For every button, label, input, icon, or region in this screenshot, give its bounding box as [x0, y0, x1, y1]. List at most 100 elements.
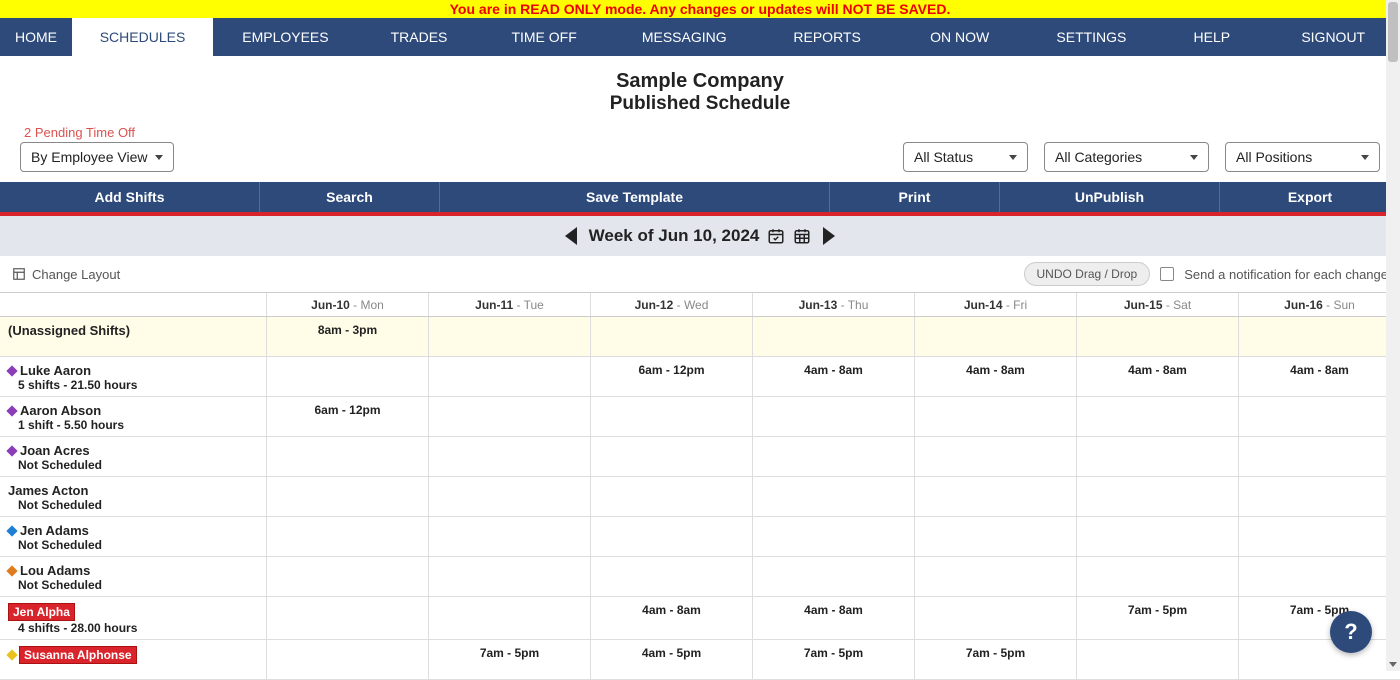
employee-cell[interactable]: James ActonNot Scheduled: [0, 477, 266, 516]
shift-cell[interactable]: [1238, 640, 1400, 679]
shift-cell[interactable]: 4am - 8am: [752, 357, 914, 396]
shift-cell[interactable]: [1076, 437, 1238, 476]
shift-cell[interactable]: 7am - 5pm: [752, 640, 914, 679]
action-unpublish[interactable]: UnPublish: [1000, 182, 1220, 212]
categories-select[interactable]: All Categories: [1044, 142, 1209, 172]
action-add-shifts[interactable]: Add Shifts: [0, 182, 260, 212]
help-fab[interactable]: ?: [1330, 611, 1372, 653]
shift-cell[interactable]: [428, 597, 590, 639]
employee-cell[interactable]: Joan AcresNot Scheduled: [0, 437, 266, 476]
shift-cell[interactable]: [266, 357, 428, 396]
shift-cell[interactable]: 6am - 12pm: [590, 357, 752, 396]
shift-cell[interactable]: [1238, 557, 1400, 596]
shift-cell[interactable]: [590, 437, 752, 476]
nav-schedules[interactable]: SCHEDULES: [72, 18, 213, 56]
shift-cell[interactable]: [1076, 397, 1238, 436]
employee-cell[interactable]: Jen Alpha4 shifts - 28.00 hours: [0, 597, 266, 639]
nav-on-now[interactable]: ON NOW: [894, 18, 1026, 56]
employee-cell[interactable]: (Unassigned Shifts): [0, 317, 266, 356]
shift-cell[interactable]: [914, 437, 1076, 476]
view-select[interactable]: By Employee View: [20, 142, 174, 172]
shift-cell[interactable]: [914, 397, 1076, 436]
employee-name[interactable]: Joan Acres: [8, 443, 258, 458]
calendar-check-icon[interactable]: [767, 227, 785, 245]
employee-name[interactable]: Luke Aaron: [8, 363, 258, 378]
shift-cell[interactable]: 7am - 5pm: [914, 640, 1076, 679]
shift-cell[interactable]: [914, 597, 1076, 639]
nav-reports[interactable]: REPORTS: [760, 18, 894, 56]
action-search[interactable]: Search: [260, 182, 440, 212]
employee-name-badge[interactable]: Jen Alpha: [8, 603, 75, 621]
shift-cell[interactable]: [1238, 437, 1400, 476]
shift-cell[interactable]: [590, 317, 752, 356]
notify-checkbox[interactable]: [1160, 267, 1174, 281]
shift-cell[interactable]: [914, 477, 1076, 516]
nav-signout[interactable]: SIGNOUT: [1266, 18, 1400, 56]
vertical-scrollbar[interactable]: [1386, 0, 1400, 671]
next-week-arrow[interactable]: [823, 227, 835, 245]
nav-messaging[interactable]: MESSAGING: [608, 18, 760, 56]
shift-cell[interactable]: [914, 557, 1076, 596]
shift-cell[interactable]: [752, 397, 914, 436]
shift-cell[interactable]: [590, 477, 752, 516]
shift-cell[interactable]: 4am - 8am: [590, 597, 752, 639]
employee-cell[interactable]: Lou AdamsNot Scheduled: [0, 557, 266, 596]
status-select[interactable]: All Status: [903, 142, 1028, 172]
prev-week-arrow[interactable]: [565, 227, 577, 245]
shift-cell[interactable]: [428, 437, 590, 476]
action-save-template[interactable]: Save Template: [440, 182, 830, 212]
shift-cell[interactable]: [1076, 640, 1238, 679]
nav-employees[interactable]: EMPLOYEES: [213, 18, 358, 56]
shift-cell[interactable]: [1076, 517, 1238, 556]
shift-cell[interactable]: [428, 477, 590, 516]
undo-drag-drop-button[interactable]: UNDO Drag / Drop: [1024, 262, 1151, 286]
positions-select[interactable]: All Positions: [1225, 142, 1380, 172]
shift-cell[interactable]: [1238, 477, 1400, 516]
scroll-down-arrow[interactable]: [1388, 657, 1398, 671]
shift-cell[interactable]: [266, 437, 428, 476]
employee-name[interactable]: James Acton: [8, 483, 258, 498]
change-layout-link[interactable]: Change Layout: [12, 267, 120, 282]
shift-cell[interactable]: [590, 557, 752, 596]
shift-cell[interactable]: [914, 517, 1076, 556]
calendar-grid-icon[interactable]: [793, 227, 811, 245]
shift-cell[interactable]: [590, 517, 752, 556]
employee-cell[interactable]: Susanna Alphonse: [0, 640, 266, 679]
shift-cell[interactable]: [914, 317, 1076, 356]
shift-cell[interactable]: [266, 477, 428, 516]
shift-cell[interactable]: 4am - 5pm: [590, 640, 752, 679]
shift-cell[interactable]: [266, 640, 428, 679]
nav-home[interactable]: HOME: [0, 18, 72, 56]
shift-cell[interactable]: 4am - 8am: [1238, 357, 1400, 396]
shift-cell[interactable]: 7am - 5pm: [1238, 597, 1400, 639]
shift-cell[interactable]: 4am - 8am: [752, 597, 914, 639]
shift-cell[interactable]: [752, 437, 914, 476]
nav-trades[interactable]: TRADES: [358, 18, 480, 56]
shift-cell[interactable]: [266, 517, 428, 556]
shift-cell[interactable]: [590, 397, 752, 436]
shift-cell[interactable]: [752, 517, 914, 556]
employee-cell[interactable]: Luke Aaron5 shifts - 21.50 hours: [0, 357, 266, 396]
employee-name[interactable]: Lou Adams: [8, 563, 258, 578]
employee-cell[interactable]: Aaron Abson1 shift - 5.50 hours: [0, 397, 266, 436]
shift-cell[interactable]: [1238, 317, 1400, 356]
nav-help[interactable]: HELP: [1157, 18, 1266, 56]
nav-time-off[interactable]: TIME OFF: [480, 18, 608, 56]
shift-cell[interactable]: [428, 557, 590, 596]
employee-name-badge[interactable]: Susanna Alphonse: [19, 646, 137, 664]
shift-cell[interactable]: [752, 477, 914, 516]
shift-cell[interactable]: [428, 317, 590, 356]
shift-cell[interactable]: [1238, 517, 1400, 556]
pending-timeoff-link[interactable]: 2 Pending Time Off: [24, 125, 174, 140]
scroll-thumb[interactable]: [1388, 2, 1398, 62]
employee-cell[interactable]: Jen AdamsNot Scheduled: [0, 517, 266, 556]
shift-cell[interactable]: [428, 517, 590, 556]
shift-cell[interactable]: [428, 397, 590, 436]
shift-cell[interactable]: [1076, 557, 1238, 596]
shift-cell[interactable]: [428, 357, 590, 396]
shift-cell[interactable]: 6am - 12pm: [266, 397, 428, 436]
shift-cell[interactable]: [752, 557, 914, 596]
shift-cell[interactable]: 7am - 5pm: [1076, 597, 1238, 639]
shift-cell[interactable]: [1238, 397, 1400, 436]
shift-cell[interactable]: [1076, 477, 1238, 516]
